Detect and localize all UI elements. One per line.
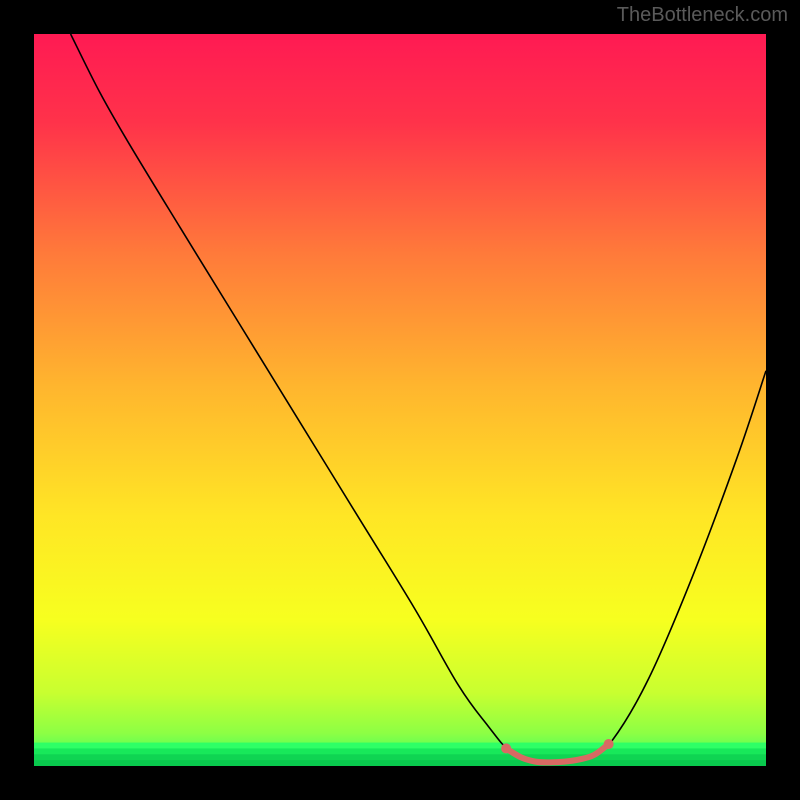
gradient-background xyxy=(34,34,766,766)
plot-area xyxy=(34,34,766,766)
green-band xyxy=(34,743,766,749)
attribution-text: TheBottleneck.com xyxy=(617,4,788,27)
green-band xyxy=(34,748,766,754)
green-band xyxy=(34,760,766,766)
green-band xyxy=(34,754,766,760)
chart-frame: TheBottleneck.com xyxy=(0,0,800,800)
chart-svg xyxy=(34,34,766,766)
highlight-start-dot xyxy=(501,743,511,753)
highlight-end-dot xyxy=(604,739,614,749)
